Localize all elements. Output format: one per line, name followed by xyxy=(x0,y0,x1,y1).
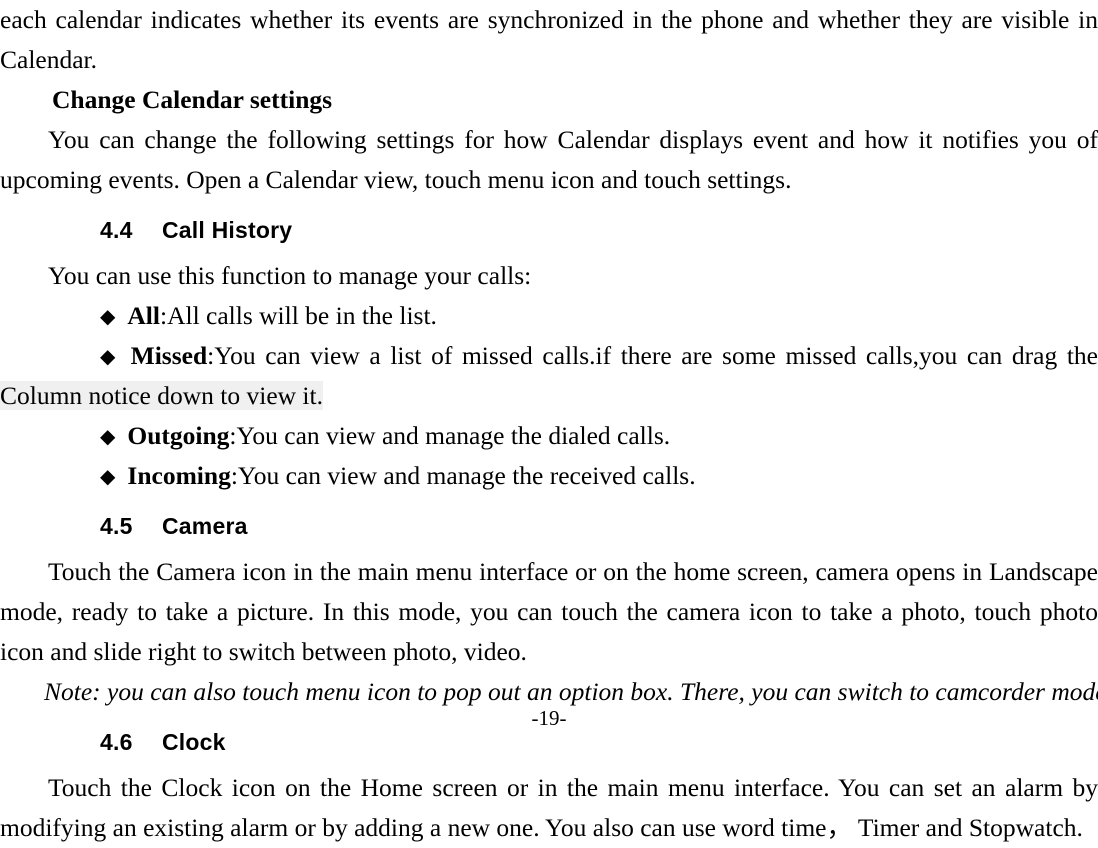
list-item-description: You can view and manage the dialed calls… xyxy=(236,421,671,450)
section-title: Camera xyxy=(162,513,248,539)
diamond-bullet-icon: ◆ xyxy=(100,304,116,328)
diamond-bullet-icon: ◆ xyxy=(100,344,119,368)
section-heading-call-history: 4.4 Call History xyxy=(0,210,1098,250)
call-history-bullet-list: ◆ All:All calls will be in the list. ◆ Mis… xyxy=(0,296,1098,496)
section-heading-camera: 4.5 Camera xyxy=(0,506,1098,546)
list-item: ◆ Missed:You can view a list of missed ca… xyxy=(0,336,1098,416)
list-item-description: You can view and manage the received cal… xyxy=(237,461,696,490)
page-number-footer: -19- xyxy=(531,706,567,730)
call-history-intro: You can use this function to manage your… xyxy=(48,261,532,290)
highlighted-text: Column notice down to view it. xyxy=(0,381,323,410)
calendar-continued-paragraph: each calendar indicates whether its even… xyxy=(0,5,1098,74)
document-page: each calendar indicates whether its even… xyxy=(0,0,1098,842)
list-item-term: Outgoing xyxy=(127,421,230,450)
list-item: ◆ All:All calls will be in the list. xyxy=(0,296,1098,336)
section-number: 4.4 xyxy=(100,217,133,243)
camera-paragraph: Touch the Camera icon in the main menu i… xyxy=(0,557,1098,666)
clock-paragraph: Touch the Clock icon on the Home screen … xyxy=(0,773,1098,842)
list-item-separator: : xyxy=(159,301,168,330)
section-number: 4.5 xyxy=(100,513,133,539)
list-item-separator: : xyxy=(230,461,238,490)
diamond-bullet-icon: ◆ xyxy=(100,424,116,448)
section-title: Clock xyxy=(162,729,226,755)
diamond-bullet-icon: ◆ xyxy=(100,464,116,488)
list-item-term: All xyxy=(127,301,160,330)
list-item-description: All calls will be in the list. xyxy=(167,301,437,330)
calendar-settings-paragraph: You can change the following settings fo… xyxy=(0,125,1098,194)
list-item-separator: : xyxy=(229,421,237,450)
list-item: ◆ Outgoing:You can view and manage the di… xyxy=(0,416,1098,456)
list-item-term: Incoming xyxy=(127,461,231,490)
list-item-description: You can view a list of missed calls.if t… xyxy=(214,341,1098,370)
list-item-term: Missed xyxy=(130,341,208,370)
section-title: Call History xyxy=(162,217,293,243)
change-calendar-settings-subheading: Change Calendar settings xyxy=(52,85,333,114)
list-item: ◆ Incoming:You can view and manage the re… xyxy=(0,456,1098,496)
